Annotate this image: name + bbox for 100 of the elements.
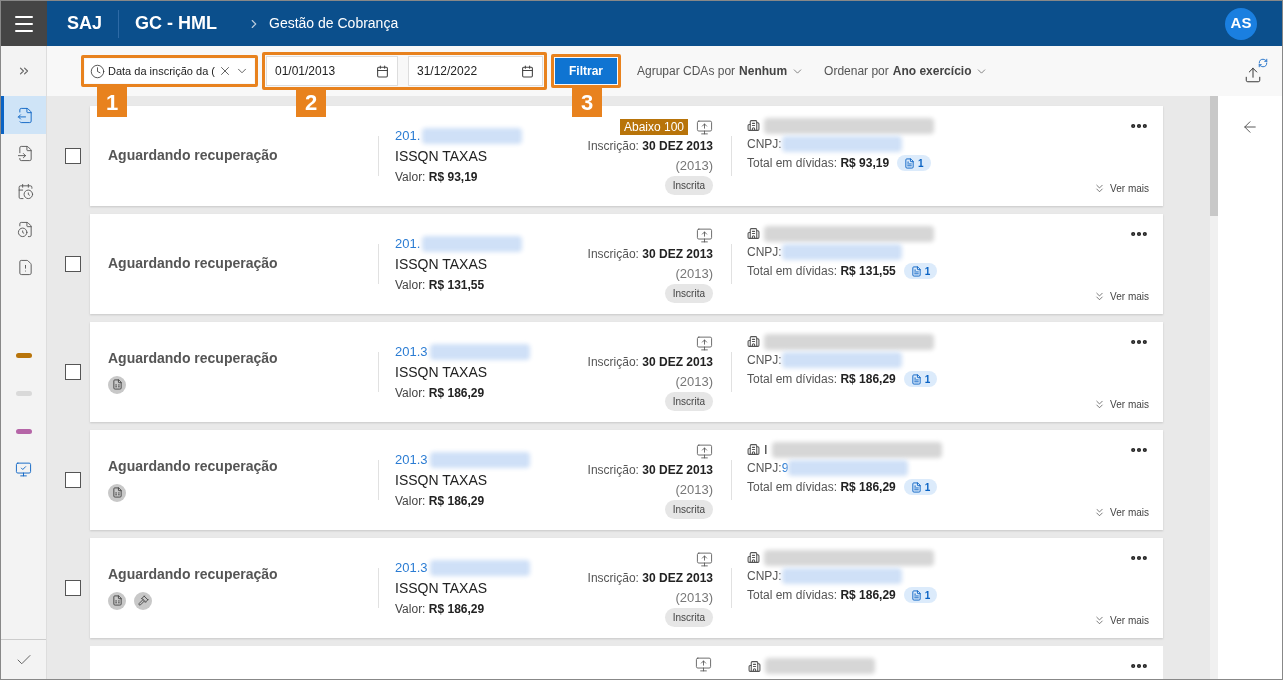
total-debt: Total em dívidas: R$ 186,29: [747, 587, 896, 604]
building-icon: [747, 551, 760, 564]
status-badge: Inscrita: [664, 392, 713, 411]
year-text: (2013): [675, 157, 713, 175]
calendar-icon[interactable]: [376, 64, 389, 78]
status-text: Aguardando recuperação: [108, 458, 279, 476]
inscription-date: Inscrição: 30 DEZ 2013: [587, 354, 713, 371]
calendar-icon[interactable]: [521, 64, 534, 78]
cnpj-label: CNPJ:: [747, 352, 782, 369]
status-badge: Inscrita: [664, 176, 713, 195]
monitor-plus-icon[interactable]: [696, 334, 713, 352]
monitor-plus-icon[interactable]: [696, 442, 713, 460]
cda-number[interactable]: 201.: [395, 126, 421, 146]
building-icon: [748, 659, 761, 673]
brand-text: SAJ: [67, 12, 102, 35]
see-more-button[interactable]: Ver mais: [1093, 181, 1149, 196]
inscription-date: Inscrição: 30 DEZ 2013: [587, 462, 713, 479]
monitor-plus-icon[interactable]: [695, 656, 712, 673]
cnpj-label: CNPJ:: [747, 568, 782, 585]
monitor-plus-icon[interactable]: [696, 550, 713, 568]
start-date-field[interactable]: 01/01/2013: [266, 56, 398, 86]
value-text: Valor: R$ 186,29: [395, 601, 486, 618]
inscription-date: Inscrição: 30 DEZ 2013: [587, 570, 713, 587]
total-debt: Total em dívidas: R$ 186,29: [747, 479, 896, 496]
callout-number: 2: [296, 87, 326, 117]
document-count-badge[interactable]: 1: [903, 371, 938, 387]
cnpj-label: CNPJ:: [747, 136, 782, 153]
status-badge: Inscrita: [664, 500, 713, 519]
status-badge: Inscrita: [664, 608, 713, 627]
cda-number[interactable]: 201.3: [395, 342, 428, 362]
group-by-dropdown[interactable]: Agrupar CDAs por Nenhum: [637, 62, 805, 80]
building-icon: [747, 335, 760, 348]
cnpj-label: CNPJ:: [747, 244, 782, 261]
monitor-plus-icon[interactable]: [696, 226, 713, 244]
cnpj-number: 9: [781, 460, 789, 477]
end-date-field[interactable]: 31/12/2022: [408, 56, 543, 86]
tax-name: ISSQN TAXAS: [395, 147, 489, 166]
monitor-icon[interactable]: [15, 460, 32, 478]
see-more-button[interactable]: Ver mais: [1093, 397, 1149, 412]
checkbox[interactable]: [64, 472, 81, 488]
total-debt: Total em dívidas: R$ 186,29: [747, 371, 896, 388]
color-marker[interactable]: [15, 352, 32, 358]
see-more-button[interactable]: Ver mais: [1093, 505, 1149, 520]
tax-name: ISSQN TAXAS: [395, 363, 489, 382]
app-title: GC - HML: [135, 12, 217, 35]
year-text: (2013): [675, 373, 713, 391]
checkbox[interactable]: [64, 364, 81, 380]
status-text: Aguardando recuperação: [108, 255, 279, 273]
menu-button[interactable]: [1, 1, 47, 46]
total-debt: Total em dívidas: R$ 131,55: [747, 263, 896, 280]
tax-name: ISSQN TAXAS: [395, 579, 489, 598]
value-text: Valor: R$ 93,19: [395, 169, 479, 186]
checkbox[interactable]: [64, 148, 81, 164]
status-text: Aguardando recuperação: [108, 350, 279, 368]
document-count-badge[interactable]: 1: [903, 587, 938, 603]
see-more-button[interactable]: Ver mais: [1093, 613, 1149, 628]
breadcrumb-text[interactable]: Gestão de Cobrança: [269, 13, 399, 34]
color-marker[interactable]: [15, 428, 32, 434]
cda-number[interactable]: 201.3: [395, 450, 428, 470]
cda-number[interactable]: 201.: [395, 234, 421, 254]
callout-number: 3: [572, 87, 602, 117]
cda-number[interactable]: 201.3: [395, 558, 428, 578]
document-count-badge[interactable]: 1: [897, 155, 931, 171]
status-text: Aguardando recuperação: [108, 566, 279, 584]
year-text: (2013): [675, 265, 713, 283]
callout-number: 1: [97, 87, 127, 117]
monitor-plus-icon[interactable]: [696, 118, 713, 136]
scrollbar[interactable]: [1210, 96, 1218, 679]
color-marker[interactable]: [15, 390, 32, 396]
value-text: Valor: R$ 131,55: [395, 277, 486, 294]
filter-button[interactable]: Filtrar: [555, 58, 617, 84]
checkbox[interactable]: [64, 580, 81, 596]
tax-name: ISSQN TAXAS: [395, 471, 489, 490]
tax-name: ISSQN TAXAS: [395, 255, 489, 274]
building-icon: [747, 119, 760, 132]
inscription-date: Inscrição: 30 DEZ 2013: [587, 246, 713, 263]
document-count-badge[interactable]: 1: [903, 263, 938, 279]
building-icon: [747, 227, 760, 240]
clock-icon: [90, 63, 105, 79]
sidebar-item[interactable]: [1, 96, 46, 134]
total-debt: Total em dívidas: R$ 93,19: [747, 155, 890, 172]
clear-icon[interactable]: [218, 64, 232, 78]
amount-badge: Abaixo 100: [619, 119, 688, 135]
status-text: Aguardando recuperação: [108, 147, 279, 165]
see-more-button[interactable]: Ver mais: [1093, 289, 1149, 304]
date-type-select[interactable]: Data da inscrição da (: [85, 59, 254, 83]
inscription-date: Inscrição: 30 DEZ 2013: [587, 138, 713, 155]
document-count-badge[interactable]: 1: [903, 479, 938, 495]
value-text: Valor: R$ 186,29: [395, 385, 486, 402]
debtor-name: I: [764, 440, 768, 459]
year-text: (2013): [675, 481, 713, 499]
building-icon: [747, 443, 760, 456]
export-refresh-icon[interactable]: [1244, 58, 1268, 84]
status-badge: Inscrita: [664, 284, 713, 303]
checkbox[interactable]: [64, 256, 81, 272]
order-by-dropdown[interactable]: Ordenar por Ano exercício: [824, 62, 989, 80]
cnpj-label: CNPJ:: [747, 460, 782, 477]
user-avatar[interactable]: AS: [1225, 7, 1257, 40]
gavel-icon: [134, 591, 152, 610]
value-text: Valor: R$ 186,29: [395, 493, 486, 510]
